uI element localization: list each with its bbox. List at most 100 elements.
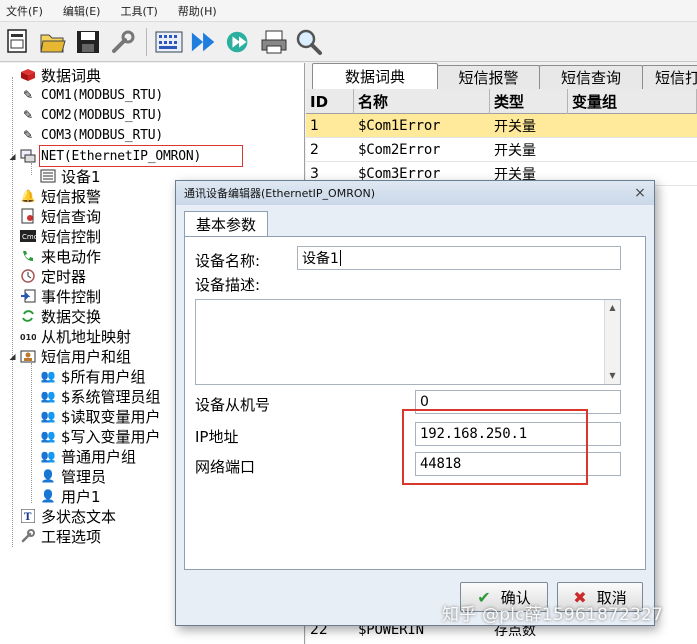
device-desc-label: 设备描述:: [195, 276, 261, 294]
tree-item-com1[interactable]: ✎ COM1(MODBUS_RTU): [20, 85, 163, 105]
tree-guide-line: [12, 77, 13, 547]
tree-item-device1[interactable]: 设备1: [40, 166, 101, 186]
bell-icon: 🔔: [20, 189, 36, 203]
svg-text:0101: 0101: [20, 333, 36, 341]
dialog-title-bar[interactable]: 通讯设备编辑器(EthernetIP_OMRON) ×: [176, 181, 654, 205]
tree-guide-line: [31, 363, 32, 503]
tree-item-sysadmin-group[interactable]: 👥 $系统管理员组: [40, 386, 161, 406]
tab-sms-alarm[interactable]: 短信报警: [437, 65, 540, 89]
tree-item-admin[interactable]: 👤 管理员: [40, 466, 107, 486]
port-label: 网络端口: [195, 458, 256, 476]
ip-port-highlight-box: [402, 409, 588, 485]
watermark: 知乎 @plc薛15961872327: [442, 605, 664, 625]
group-icon: 👥: [40, 429, 56, 443]
group-icon: 👥: [40, 369, 56, 383]
wrench-icon[interactable]: [109, 27, 137, 57]
phone-icon: [20, 248, 36, 264]
tree-item-data-exchange[interactable]: 数据交换: [20, 306, 101, 326]
device-icon: [40, 168, 56, 184]
table-row[interactable]: 2 $Com2Error 开关量: [306, 138, 697, 162]
search-icon[interactable]: [295, 27, 323, 57]
tree-item-timer[interactable]: 定时器: [20, 266, 86, 286]
new-project-icon[interactable]: [4, 27, 32, 57]
tree-item-project-options[interactable]: 工程选项: [20, 526, 101, 546]
network-icon: [20, 148, 36, 164]
svg-text:T: T: [24, 512, 32, 523]
desc-scrollbar[interactable]: ▲ ▼: [604, 300, 620, 384]
tree-item-write-users[interactable]: 👥 $写入变量用户: [40, 426, 161, 446]
app-window: 文件(F) 编辑(E) 工具(T) 帮助(H) 数据词典 ✎ COM1(MODB…: [0, 0, 697, 644]
tree-item-read-users[interactable]: 👥 $读取变量用户: [40, 406, 161, 426]
menu-help[interactable]: 帮助(H): [178, 3, 217, 19]
col-header-name[interactable]: 名称: [354, 89, 490, 114]
tree-item-sms-users[interactable]: 短信用户和组: [20, 346, 131, 366]
plug-icon: ✎: [22, 108, 34, 122]
open-folder-icon[interactable]: [39, 27, 67, 57]
run-icon[interactable]: [190, 27, 218, 57]
compile-icon[interactable]: [155, 27, 183, 57]
tree-item-sms-alarm[interactable]: 🔔 短信报警: [20, 186, 102, 206]
download-icon[interactable]: [225, 27, 253, 57]
ip-label: IP地址: [195, 428, 239, 446]
tree-item-com3[interactable]: ✎ COM3(MODBUS_RTU): [20, 125, 163, 145]
col-header-group[interactable]: 变量组: [568, 89, 697, 114]
text-caret: [339, 250, 341, 266]
device-name-input[interactable]: 设备1: [297, 246, 621, 270]
save-icon[interactable]: [74, 27, 102, 57]
book-icon: [20, 67, 36, 83]
basic-params-panel: 设备名称: 设备1 设备描述: ▲ ▼ 设备从机号 0 IP地址 192.168…: [184, 236, 646, 570]
tree-item-event-control[interactable]: 事件控制: [20, 286, 101, 306]
close-icon[interactable]: ×: [632, 185, 648, 201]
table-row[interactable]: 1 $Com1Error 开关量: [306, 114, 697, 138]
col-header-type[interactable]: 类型: [490, 89, 568, 114]
timer-icon: [20, 268, 36, 284]
grid-header: ID 名称 类型 变量组: [306, 89, 697, 114]
group-icon: 👥: [40, 389, 56, 403]
tree-item-sms-query[interactable]: 短信查询: [20, 206, 101, 226]
menu-file[interactable]: 文件(F): [6, 3, 43, 19]
tree-item-incoming-call[interactable]: 来电动作: [20, 246, 101, 266]
query-icon: [20, 208, 36, 224]
plug-icon: ✎: [22, 88, 34, 102]
user-icon: 👤: [40, 469, 56, 483]
toolbar-separator: [146, 27, 147, 56]
tree-item-normal-group[interactable]: 👥 普通用户组: [40, 446, 137, 466]
toolbar: [0, 22, 697, 62]
tree-item-com2[interactable]: ✎ COM2(MODBUS_RTU): [20, 105, 163, 125]
tree-item-user1[interactable]: 👤 用户1: [40, 486, 101, 506]
binary-icon: 0101: [20, 328, 36, 344]
plug-icon: ✎: [22, 128, 34, 142]
slave-id-label: 设备从机号: [195, 396, 271, 414]
menu-edit[interactable]: 编辑(E): [63, 3, 101, 19]
print-icon[interactable]: [260, 27, 288, 57]
device-editor-dialog: 通讯设备编辑器(EthernetIP_OMRON) × 基本参数 设备名称: 设…: [175, 180, 655, 626]
tree-item-slave-mapping[interactable]: 0101 从机地址映射: [20, 326, 131, 346]
tree-item-data-dictionary[interactable]: 数据词典: [20, 65, 101, 85]
settings-wrench-icon: [20, 528, 36, 544]
device-name-label: 设备名称:: [195, 252, 261, 270]
svg-text:Cmd: Cmd: [22, 233, 36, 241]
tree-item-sms-control[interactable]: Cmd 短信控制: [20, 226, 101, 246]
tab-basic-params[interactable]: 基本参数: [184, 211, 268, 237]
text-icon: T: [20, 508, 36, 524]
exchange-icon: [20, 308, 36, 324]
tree-item-multistate-text[interactable]: T 多状态文本: [20, 506, 116, 526]
tree-item-all-users[interactable]: 👥 $所有用户组: [40, 366, 146, 386]
collapse-arrow-icon[interactable]: ◢: [8, 352, 17, 361]
group-icon: 👥: [40, 449, 56, 463]
device-desc-textarea[interactable]: ▲ ▼: [195, 299, 621, 385]
menu-tools[interactable]: 工具(T): [120, 3, 157, 19]
menubar: 文件(F) 编辑(E) 工具(T) 帮助(H): [0, 0, 697, 22]
users-group-icon: [20, 348, 36, 364]
collapse-arrow-icon[interactable]: ◢: [8, 152, 17, 161]
user-icon: 👤: [40, 489, 56, 503]
scroll-up-icon[interactable]: ▲: [605, 300, 620, 316]
group-icon: 👥: [40, 409, 56, 423]
main-tabs: 数据词典 短信报警 短信查询 短信打: [306, 63, 697, 89]
col-header-id[interactable]: ID: [306, 89, 354, 114]
tab-data-dictionary[interactable]: 数据词典: [312, 63, 438, 89]
scroll-down-icon[interactable]: ▼: [605, 368, 620, 384]
tab-sms-more[interactable]: 短信打: [642, 65, 697, 89]
tab-sms-query[interactable]: 短信查询: [539, 65, 643, 89]
dialog-title: 通讯设备编辑器(EthernetIP_OMRON): [184, 187, 376, 200]
